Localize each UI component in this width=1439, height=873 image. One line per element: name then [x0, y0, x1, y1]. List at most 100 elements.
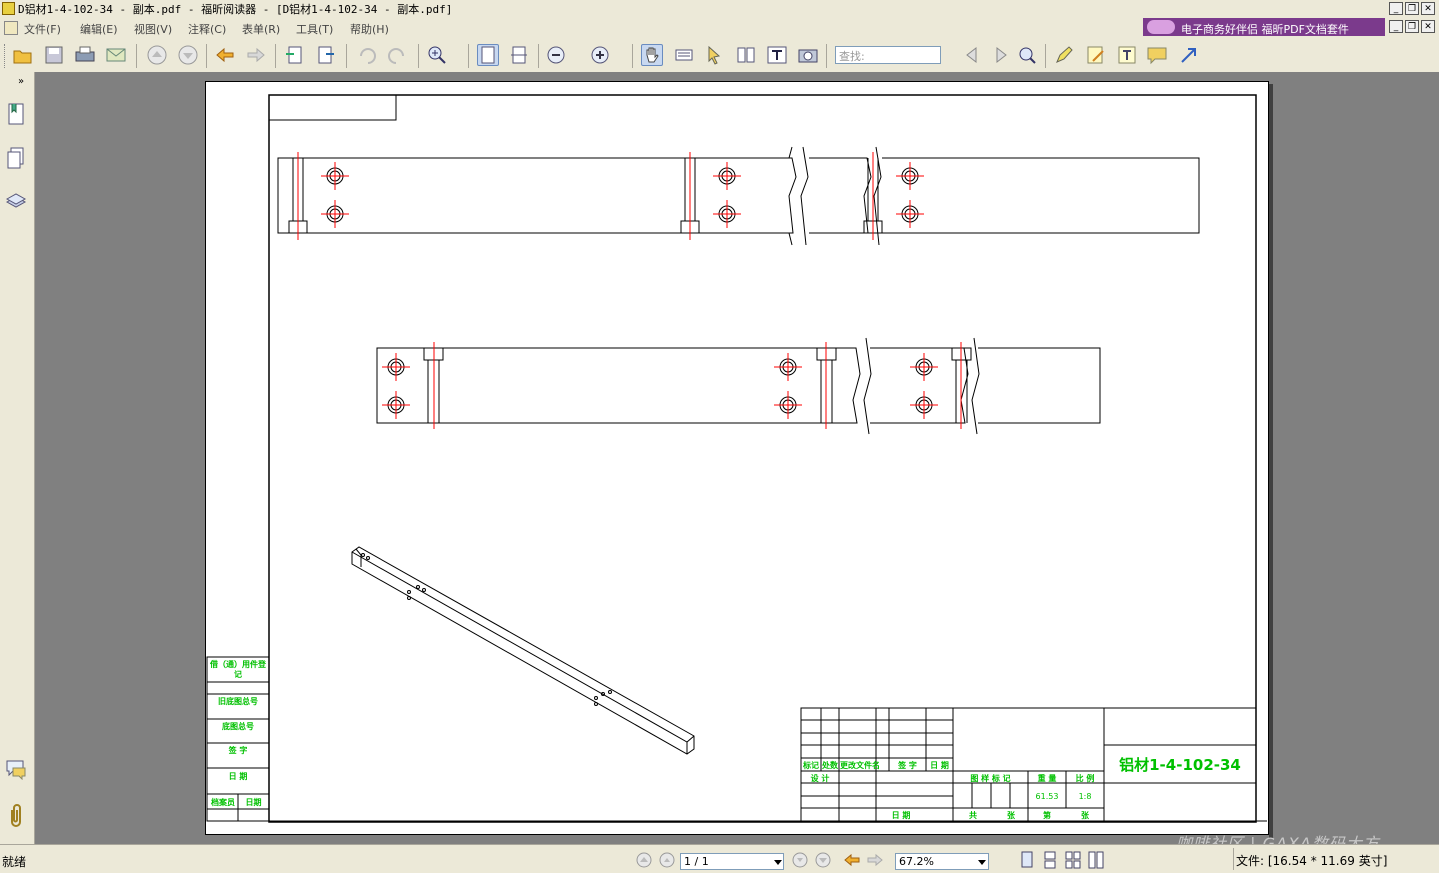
separator	[1045, 44, 1046, 68]
ad-banner[interactable]: 电子商务好伴侣 福昕PDF文档套件	[1143, 18, 1385, 36]
side-block-label: 底图总号	[222, 722, 254, 731]
note-edit-icon[interactable]	[1085, 44, 1107, 66]
attachments-icon[interactable]	[7, 802, 25, 831]
prev-page-small-icon[interactable]	[659, 852, 675, 871]
hand-tool-icon[interactable]	[641, 44, 663, 66]
weight-value: 61.53	[1035, 792, 1059, 801]
separator	[538, 44, 539, 68]
title-block-label: 处数	[822, 761, 838, 770]
zoom-in-tool-icon[interactable]	[426, 44, 448, 66]
document-icon	[4, 21, 18, 35]
side-block-label: 档案员	[211, 798, 235, 807]
select-text-icon[interactable]	[673, 44, 695, 66]
title-block-label: 日 期	[891, 811, 911, 820]
single-page-icon[interactable]	[1019, 851, 1035, 872]
insert-page-icon[interactable]	[314, 44, 336, 66]
side-panel: »	[0, 72, 35, 844]
forward-icon[interactable]	[245, 44, 267, 66]
status-text: 就绪	[2, 855, 27, 869]
doc-restore-button[interactable]: ❐	[1405, 20, 1419, 33]
fit-page-icon[interactable]	[477, 44, 499, 66]
title-block-label: 设 计	[810, 774, 830, 783]
minimize-button[interactable]: _	[1389, 2, 1403, 15]
side-block-label: 借（通）用件登记	[210, 660, 266, 679]
forward-small-icon[interactable]	[866, 852, 884, 871]
title-block-label: 日 期	[930, 761, 949, 770]
title-block-label: 重 量	[1037, 774, 1057, 783]
arrow-tool-icon[interactable]	[1178, 44, 1200, 66]
separator	[826, 44, 827, 68]
close-button[interactable]: ✕	[1421, 2, 1435, 15]
menu-file[interactable]: 文件(F)	[24, 21, 61, 37]
status-bar: 就绪 1 / 1 67.2% 文件: [16.54 * 11.69 英寸]	[0, 844, 1439, 873]
first-page-icon[interactable]	[636, 852, 652, 871]
comments-panel-icon[interactable]	[5, 758, 27, 783]
text-tool-icon[interactable]	[766, 44, 788, 66]
page-shadow	[1269, 84, 1273, 838]
fit-width-icon[interactable]	[508, 44, 530, 66]
doc-minimize-button[interactable]: _	[1389, 20, 1403, 33]
find-prev-icon[interactable]	[962, 44, 984, 66]
layers-icon[interactable]	[5, 190, 27, 215]
search-input[interactable]: 查找:	[835, 46, 941, 64]
back-icon[interactable]	[214, 44, 236, 66]
side-block-label: 日期	[245, 798, 262, 807]
menu-view[interactable]: 视图(V)	[134, 21, 172, 37]
title-block-label: 张	[1081, 811, 1089, 820]
cad-drawing	[206, 94, 1267, 832]
expand-panel-icon[interactable]: »	[18, 76, 24, 87]
email-icon[interactable]	[105, 44, 127, 66]
menu-comment[interactable]: 注释(C)	[188, 21, 226, 37]
search-icon[interactable]	[1016, 44, 1038, 66]
part-name: 铝材1-4-102-34	[1119, 756, 1241, 774]
title-bar: D铝材1-4-102-34 - 副本.pdf - 福昕阅读器 - [D铝材1-4…	[0, 0, 1439, 19]
toolbar-grip	[4, 44, 8, 68]
typewriter-icon[interactable]	[1116, 44, 1138, 66]
highlight-icon[interactable]	[1053, 44, 1075, 66]
ad-text: 电子商务好伴侣 福昕PDF文档套件	[1181, 23, 1349, 36]
next-page-icon[interactable]	[177, 44, 199, 66]
zoom-field[interactable]: 67.2%	[895, 853, 989, 870]
comment-icon[interactable]	[1146, 44, 1168, 66]
menu-edit[interactable]: 编辑(E)	[80, 21, 118, 37]
title-block-label: 比 例	[1075, 774, 1095, 783]
pages-icon[interactable]	[6, 146, 26, 173]
title-block-label: 图 样 标 记	[970, 774, 1011, 783]
title-block-label: 第	[1043, 811, 1051, 820]
continuous-icon[interactable]	[1042, 851, 1058, 872]
title-block-label: 标记	[803, 761, 819, 770]
extract-page-icon[interactable]	[284, 44, 306, 66]
separator	[346, 44, 347, 68]
last-page-icon[interactable]	[815, 852, 831, 871]
select-arrow-icon[interactable]	[704, 44, 726, 66]
next-page-small-icon[interactable]	[792, 852, 808, 871]
restore-button[interactable]: ❐	[1405, 2, 1419, 15]
side-block-label: 日 期	[228, 772, 248, 781]
zoom-in-icon[interactable]	[589, 44, 611, 66]
zoom-dropdown-icon[interactable]	[978, 860, 986, 865]
facing-icon[interactable]	[1065, 851, 1081, 872]
page-number-field[interactable]: 1 / 1	[680, 853, 784, 870]
app-icon	[2, 2, 15, 15]
save-icon[interactable]	[43, 44, 65, 66]
page-dropdown-icon[interactable]	[774, 860, 782, 865]
snapshot-icon[interactable]	[797, 44, 819, 66]
scale-value: 1:8	[1078, 792, 1092, 801]
menu-tools[interactable]: 工具(T)	[296, 21, 333, 37]
prev-page-icon[interactable]	[146, 44, 168, 66]
continuous-facing-icon[interactable]	[1088, 851, 1104, 872]
undo-icon[interactable]	[356, 44, 378, 66]
print-icon[interactable]	[74, 44, 96, 66]
open-icon[interactable]	[12, 44, 34, 66]
back-small-icon[interactable]	[843, 852, 861, 871]
doc-close-button[interactable]: ✕	[1421, 20, 1435, 33]
separator	[632, 44, 633, 68]
zoom-out-icon[interactable]	[545, 44, 567, 66]
redo-icon[interactable]	[386, 44, 408, 66]
columns-icon[interactable]	[735, 44, 757, 66]
find-next-icon[interactable]	[989, 44, 1011, 66]
menu-help[interactable]: 帮助(H)	[350, 21, 389, 37]
bookmarks-icon[interactable]	[6, 102, 26, 129]
side-block-label: 签 字	[228, 746, 248, 755]
menu-form[interactable]: 表单(R)	[242, 21, 280, 37]
